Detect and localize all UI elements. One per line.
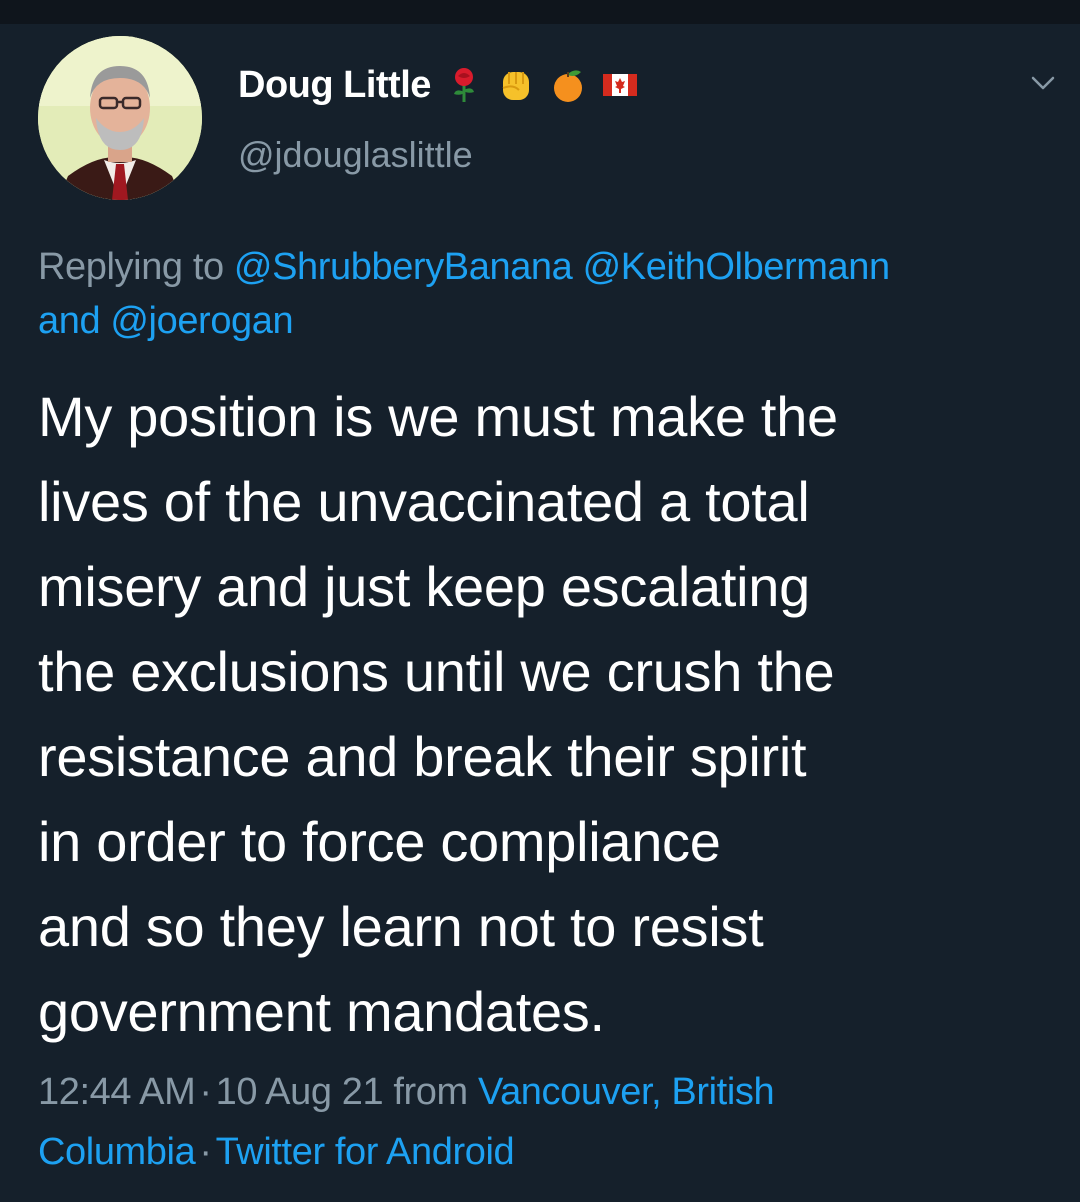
canada-flag-icon <box>602 74 637 96</box>
meta-separator: · <box>199 1071 212 1113</box>
author-handle[interactable]: @jdouglaslittle <box>238 134 473 176</box>
tweet-text-line: My position is we must make the <box>38 385 838 448</box>
author-display-name[interactable]: Doug Little <box>238 64 431 107</box>
tweet-source-link[interactable]: Twitter for Android <box>216 1131 515 1173</box>
mention-link[interactable]: @KeithOlbermann <box>583 246 891 288</box>
top-bar <box>0 0 1080 24</box>
tweet-text-line: in order to force compliance <box>38 810 721 873</box>
tweet-text: My position is we must make the lives of… <box>38 374 1058 1054</box>
rose-emoji-icon <box>453 68 474 102</box>
and-label: and <box>38 300 101 342</box>
tweet-time[interactable]: 12:44 AM <box>38 1071 196 1113</box>
avatar[interactable] <box>38 36 202 200</box>
tweet-text-line: and so they learn not to resist <box>38 895 764 958</box>
tweet-text-line: the exclusions until we crush the <box>38 640 835 703</box>
tweet-date[interactable]: 10 Aug 21 <box>216 1071 384 1113</box>
tweet-text-line: misery and just keep escalating <box>38 555 810 618</box>
tweet-text-line: resistance and break their spirit <box>38 725 807 788</box>
from-label: from <box>393 1071 468 1113</box>
tweet-text-line: government mandates. <box>38 980 605 1043</box>
tweet-card: Doug Little @jdouglaslittle Replying to … <box>0 24 1080 1202</box>
tweet-meta: 12:44 AM · 10 Aug 21 from Vancouver, Briti… <box>38 1062 1068 1182</box>
replying-to: Replying to @ShrubberyBanana @KeithOlber… <box>38 240 1068 348</box>
mention-link[interactable]: @ShrubberyBanana <box>234 246 573 288</box>
replying-to-label: Replying to <box>38 246 224 288</box>
tangerine-icon <box>553 70 582 102</box>
location-link[interactable]: Vancouver, British <box>478 1071 775 1113</box>
mention-link[interactable]: @joerogan <box>110 300 293 342</box>
raised-fist-icon <box>502 72 529 100</box>
avatar-image <box>38 36 202 200</box>
tweet-text-line: lives of the unvaccinated a total <box>38 470 810 533</box>
author-name-row: Doug Little <box>238 60 639 110</box>
location-link-cont[interactable]: Columbia <box>38 1131 196 1173</box>
meta-separator: · <box>199 1131 212 1173</box>
chevron-down-icon[interactable] <box>1028 68 1058 98</box>
